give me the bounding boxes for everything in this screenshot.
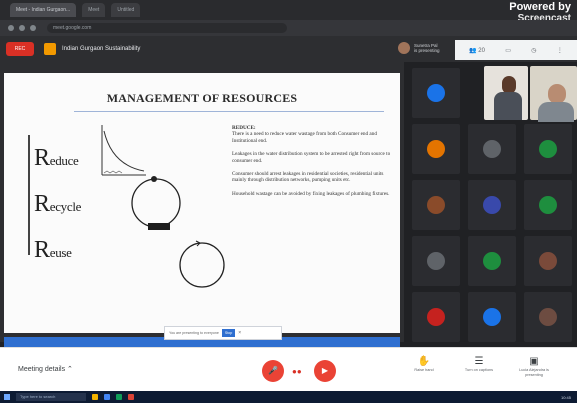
forward-icon[interactable] xyxy=(19,25,25,31)
reduce-paragraph: There is a need to reduce water wastage … xyxy=(232,131,377,144)
chevron-up-icon: ⌃ xyxy=(67,366,73,373)
browser-tab[interactable]: Meet xyxy=(82,3,106,17)
hangup-icon[interactable]: ●● xyxy=(292,367,302,376)
taskbar-clock: 10:45 xyxy=(560,394,571,400)
participant-tile[interactable] xyxy=(412,124,460,174)
reuse-loop-diagram xyxy=(179,240,225,288)
cam-off-icon[interactable]: ▶ xyxy=(314,360,336,382)
participant-video[interactable] xyxy=(484,66,528,120)
reduce-paragraph: Leakages in the water distribution syste… xyxy=(232,151,391,164)
participant-tile[interactable] xyxy=(412,68,460,118)
participant-tile[interactable] xyxy=(412,180,460,230)
close-banner-icon[interactable]: × xyxy=(238,330,241,336)
present-icon: ▣ xyxy=(529,356,539,367)
presenting-banner: You are presenting to everyone Stop × xyxy=(164,326,282,340)
mic-off-icon[interactable]: 🎤 xyxy=(262,360,284,382)
participant-tile[interactable] xyxy=(524,124,572,174)
os-taskbar: Type here to search 10:45 xyxy=(0,391,577,403)
clock-icon[interactable]: ◷ xyxy=(531,47,536,54)
app-icon[interactable] xyxy=(116,394,122,400)
participant-avatar xyxy=(427,252,445,270)
participant-tile[interactable] xyxy=(468,124,516,174)
presenter-info: Sunetra Pal is presenting xyxy=(398,42,448,54)
person-body xyxy=(494,92,522,120)
participant-tile[interactable] xyxy=(468,292,516,342)
participant-count: 20 xyxy=(478,47,485,54)
slide: MANAGEMENT OF RESOURCES Reduce Recycle R… xyxy=(4,73,400,349)
address-bar: meet.google.com xyxy=(0,20,577,36)
meet-controls-bar: Meeting details ⌃ 🎤 ●● ▶ ✋ Raise hand ☰ … xyxy=(0,347,577,391)
presenter-status: is presenting xyxy=(414,48,440,53)
taskbar-search[interactable]: Type here to search xyxy=(16,393,86,401)
participant-tile[interactable] xyxy=(524,292,572,342)
slide-text: REDUCE: There is a need to reduce water … xyxy=(232,125,392,204)
raise-hand-button[interactable]: ✋ Raise hand xyxy=(400,356,448,373)
participant-avatar xyxy=(427,196,445,214)
raise-hand-icon: ✋ xyxy=(417,356,431,367)
person-body xyxy=(538,102,574,122)
presentation-area: MANAGEMENT OF RESOURCES Reduce Recycle R… xyxy=(0,62,404,349)
reduce-paragraph: Consumer should arrest leakages in resid… xyxy=(232,171,384,184)
participant-tile[interactable] xyxy=(412,292,460,342)
participant-tile[interactable] xyxy=(524,236,572,286)
decay-curve-graph xyxy=(101,125,146,176)
meeting-details-button[interactable]: Meeting details ⌃ xyxy=(18,365,73,373)
participant-avatar xyxy=(483,252,501,270)
presenting-text: You are presenting to everyone xyxy=(169,331,219,335)
participant-avatar xyxy=(539,140,557,158)
browser-tab[interactable]: Meet - Indian Gurgaon... xyxy=(10,3,77,17)
meeting-title: Indian Gurgaon Sustainability xyxy=(62,46,141,52)
presenter-avatar xyxy=(398,42,410,54)
more-icon[interactable]: ⋮ xyxy=(557,47,563,54)
participant-avatar xyxy=(483,308,501,326)
person-head xyxy=(548,84,566,104)
participant-avatar xyxy=(427,308,445,326)
watermark-line1: Powered by xyxy=(509,1,571,13)
participant-avatar xyxy=(483,140,501,158)
chrome-icon[interactable] xyxy=(104,394,110,400)
url-field[interactable]: meet.google.com xyxy=(47,23,287,33)
reduce-paragraph: Household wastage can be avoided by fixi… xyxy=(232,190,390,197)
reload-icon[interactable] xyxy=(30,25,36,31)
people-icon[interactable]: 👥 20 xyxy=(469,47,485,54)
participant-avatar xyxy=(483,196,501,214)
participant-tile[interactable] xyxy=(524,180,572,230)
participant-avatar xyxy=(539,252,557,270)
participant-video[interactable] xyxy=(530,66,577,122)
chat-icon[interactable]: ▭ xyxy=(505,47,511,54)
present-button[interactable]: ▣ Lucia Alejandra is presenting xyxy=(510,356,558,377)
captions-button[interactable]: ☰ Turn on captions xyxy=(455,356,503,373)
participant-avatar xyxy=(427,140,445,158)
participant-avatar xyxy=(539,308,557,326)
participant-tile[interactable] xyxy=(468,180,516,230)
windows-start-icon[interactable] xyxy=(4,394,10,400)
participant-tile[interactable] xyxy=(468,236,516,286)
meet-logo-icon xyxy=(44,43,56,55)
folder-icon[interactable] xyxy=(92,394,98,400)
captions-icon: ☰ xyxy=(474,356,484,367)
browser-tab-strip: Meet - Indian Gurgaon... Meet Untitled xyxy=(0,0,577,20)
participant-avatar xyxy=(539,196,557,214)
meet-top-icons: 👥 20 ▭ ◷ ⋮ xyxy=(455,40,577,60)
participant-avatar xyxy=(427,84,445,102)
app-icon[interactable] xyxy=(128,394,134,400)
participant-tile[interactable] xyxy=(412,236,460,286)
back-icon[interactable] xyxy=(8,25,14,31)
stop-presenting-button[interactable]: Stop xyxy=(221,329,236,337)
recycle-loop-diagram xyxy=(131,176,181,230)
browser-tab[interactable]: Untitled xyxy=(111,3,141,17)
record-badge: REC xyxy=(6,42,34,56)
